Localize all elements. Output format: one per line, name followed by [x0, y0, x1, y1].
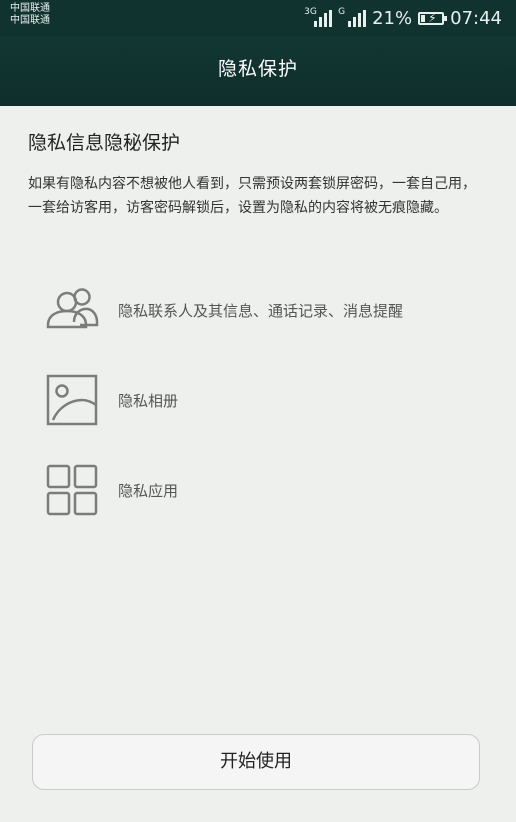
page-title: 隐私保护	[0, 36, 516, 106]
gallery-icon	[46, 374, 98, 426]
network-tag-1: 3G	[304, 7, 317, 17]
feature-private-contacts: 隐私联系人及其信息、通话记录、消息提醒	[44, 282, 484, 338]
feature-private-gallery: 隐私相册	[44, 372, 484, 428]
clock: 07:44	[450, 7, 502, 29]
battery-charging-icon: ⚡	[418, 11, 448, 25]
apps-grid-icon	[46, 464, 98, 516]
contacts-icon	[46, 288, 99, 329]
signal-icon: 3G	[304, 7, 333, 27]
carrier-labels: 中国联通 中国联通	[10, 3, 50, 27]
network-tag-2: G	[338, 7, 346, 17]
description-text: 如果有隐私内容不想被他人看到，只需预设两套锁屏密码，一套自己用，一套给访客用，访…	[28, 176, 476, 216]
battery-percent: 21%	[372, 7, 413, 29]
status-bar: 中国联通 中国联通 3G G 21% ⚡ 07:44	[0, 0, 516, 36]
feature-label-gallery: 隐私相册	[118, 391, 179, 410]
carrier-1: 中国联通	[10, 3, 50, 14]
section-heading: 隐私信息隐秘保护	[28, 132, 181, 154]
feature-label-contacts: 隐私联系人及其信息、通话记录、消息提醒	[118, 301, 404, 320]
status-indicators: 3G G 21% ⚡ 07:44	[304, 4, 502, 32]
feature-private-apps: 隐私应用	[44, 462, 484, 518]
signal-icon-2: G	[338, 7, 367, 27]
start-button[interactable]: 开始使用	[32, 734, 480, 790]
feature-label-apps: 隐私应用	[118, 481, 179, 500]
carrier-2: 中国联通	[10, 15, 50, 26]
